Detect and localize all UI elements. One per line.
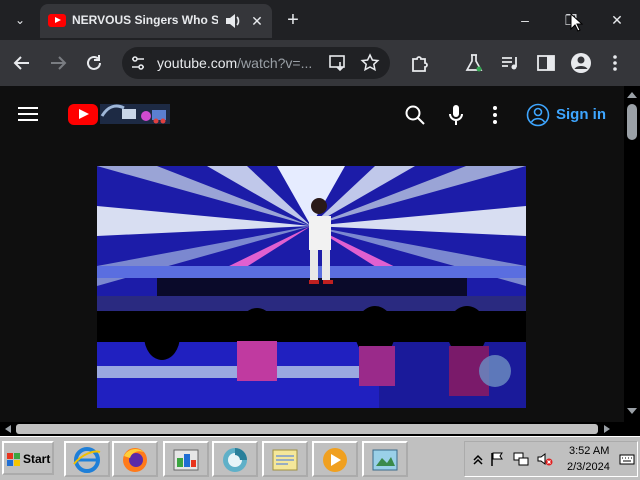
windows-flag-icon [7, 453, 20, 466]
taskbar-network[interactable] [362, 441, 408, 477]
volume-muted-icon[interactable] [537, 451, 553, 467]
sign-in-label: Sign in [556, 106, 606, 123]
sign-in-button[interactable]: Sign in [524, 100, 616, 130]
keyboard-icon[interactable] [619, 451, 635, 467]
clock-date[interactable]: 2/3/2024 [567, 461, 610, 473]
tab-search-button[interactable]: ⌄ [10, 10, 30, 30]
extensions-puzzle-icon[interactable] [409, 52, 431, 74]
youtube-doodle-icon[interactable] [100, 100, 170, 126]
show-hidden-icons-chevron-icon[interactable] [470, 451, 486, 467]
youtube-logo[interactable] [68, 104, 98, 125]
close-window-button[interactable]: ✕ [604, 8, 630, 32]
vertical-scrollbar[interactable] [624, 86, 640, 422]
taskbar-app[interactable] [212, 441, 258, 477]
url-text: youtube.com/watch?v=... [157, 55, 313, 71]
reload-icon[interactable] [83, 52, 105, 74]
tab-close-icon[interactable]: ✕ [248, 12, 266, 30]
internet-explorer-icon [73, 447, 101, 473]
chrome-menu-icon[interactable] [604, 52, 626, 74]
search-icon[interactable] [404, 104, 426, 126]
taskbar-firefox[interactable] [112, 441, 158, 477]
network-icon [372, 449, 398, 471]
horizontal-scrollbar[interactable] [0, 422, 640, 436]
action-center-flag-icon[interactable] [489, 451, 505, 467]
minimize-button[interactable]: – [512, 8, 538, 32]
scroll-down-arrow-icon[interactable] [627, 408, 637, 414]
address-bar[interactable]: youtube.com/watch?v=... [122, 47, 390, 79]
web-page: Sign in [0, 86, 624, 422]
labs-flask-icon[interactable] [463, 52, 485, 74]
start-label: Start [23, 452, 51, 466]
back-arrow-icon[interactable] [11, 52, 33, 74]
taskbar: Start 3:52 AM 2/3/2024 [0, 436, 640, 480]
taskbar-internet-explorer[interactable] [64, 441, 110, 477]
microphone-icon[interactable] [446, 104, 466, 126]
browser-toolbar: youtube.com/watch?v=... [0, 40, 640, 86]
mouse-cursor-icon [570, 13, 584, 32]
hamburger-menu-icon[interactable] [18, 106, 38, 122]
vertical-scroll-thumb[interactable] [627, 104, 637, 140]
site-info-icon[interactable] [130, 55, 146, 71]
speaker-icon[interactable] [224, 11, 242, 31]
scroll-left-arrow-icon[interactable] [5, 425, 11, 433]
start-button[interactable]: Start [2, 441, 54, 475]
bookmark-star-icon[interactable] [360, 53, 380, 73]
active-tab[interactable]: NERVOUS Singers Who SH ✕ [40, 4, 272, 38]
clock-time[interactable]: 3:52 AM [569, 445, 609, 457]
control-panel-icon [173, 449, 199, 471]
network-status-icon[interactable] [513, 451, 529, 467]
media-controls-icon[interactable] [499, 52, 521, 74]
user-circle-icon [526, 103, 550, 127]
firefox-icon [123, 448, 147, 472]
taskbar-media-player[interactable] [312, 441, 358, 477]
more-options-icon[interactable] [486, 104, 504, 126]
video-player[interactable] [97, 166, 526, 408]
taskbar-notes[interactable] [262, 441, 308, 477]
youtube-favicon-icon [48, 14, 66, 27]
scroll-up-arrow-icon[interactable] [627, 92, 637, 98]
media-player-icon [323, 448, 347, 472]
scroll-right-arrow-icon[interactable] [604, 425, 610, 433]
notes-icon [272, 449, 298, 471]
profile-avatar-icon[interactable] [570, 52, 592, 74]
taskbar-control-panel[interactable] [163, 441, 209, 477]
install-app-icon[interactable] [328, 53, 348, 73]
horizontal-scroll-thumb[interactable] [16, 424, 598, 434]
tab-strip: ⌄ NERVOUS Singers Who SH ✕ + – ❐ ✕ [0, 0, 640, 40]
forward-arrow-icon[interactable] [47, 52, 69, 74]
new-tab-button[interactable]: + [282, 9, 304, 31]
side-panel-icon[interactable] [535, 52, 557, 74]
youtube-header: Sign in [0, 86, 624, 142]
system-tray: 3:52 AM 2/3/2024 [464, 441, 638, 477]
app-icon [223, 448, 247, 472]
tab-title: NERVOUS Singers Who SH [72, 13, 218, 27]
